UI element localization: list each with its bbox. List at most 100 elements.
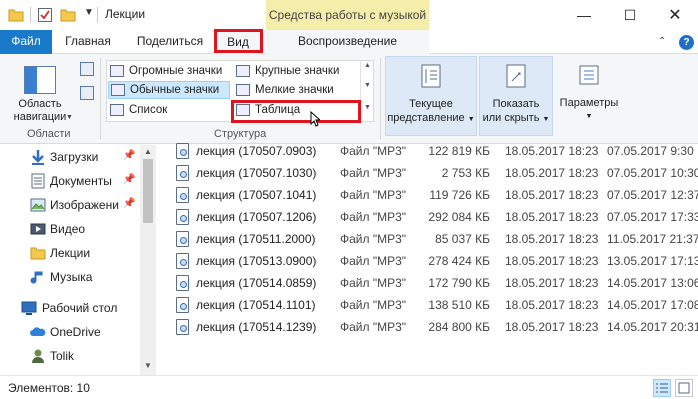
large-icons-view-icon xyxy=(678,382,690,394)
nav-item-label: Лекции xyxy=(50,246,91,260)
current-view-icon xyxy=(421,64,441,88)
quick-access-dropdown-icon[interactable]: ▼ xyxy=(84,7,94,18)
desktop-icon xyxy=(21,301,37,315)
file-size: 284 800 КБ xyxy=(428,320,490,334)
tab-playback[interactable]: Воспроизведение xyxy=(266,30,429,54)
pin-icon: 📌 xyxy=(123,174,136,185)
file-name: лекция (170507.1041) xyxy=(196,188,317,202)
preview-pane-icon[interactable] xyxy=(80,62,94,76)
minimize-button[interactable]: — xyxy=(561,0,607,30)
chevron-down-icon: ▼ xyxy=(542,116,550,123)
mp3-file-icon xyxy=(176,319,189,335)
nav-item-onedrive[interactable]: OneDrive xyxy=(0,320,140,344)
file-type: Файл "MP3" xyxy=(340,166,407,180)
file-created: 07.05.2017 10:30 xyxy=(607,166,698,180)
layout-extra-large-icons[interactable]: Огромные значки xyxy=(110,62,222,80)
close-button[interactable]: ✕ xyxy=(652,0,698,30)
file-size: 172 790 КБ xyxy=(428,276,490,290)
nav-item-downloads[interactable]: Загрузки 📌 xyxy=(0,145,140,169)
expand-gallery-icon[interactable]: ▼ xyxy=(364,104,371,111)
item-count: Элементов: 10 xyxy=(8,381,90,395)
file-list: лекция (170507.0903) Файл "MP3" 122 819 … xyxy=(160,143,698,375)
maximize-button[interactable]: ☐ xyxy=(607,0,653,30)
new-folder-icon[interactable] xyxy=(60,7,76,23)
nav-item-label: OneDrive xyxy=(50,325,101,339)
file-date: 18.05.2017 18:23 xyxy=(505,210,599,224)
file-type: Файл "MP3" xyxy=(340,232,407,246)
file-type: Файл "MP3" xyxy=(340,276,407,290)
file-row[interactable]: лекция (170511.2000) Файл "MP3" 85 037 К… xyxy=(160,228,698,250)
nav-item-videos[interactable]: Видео xyxy=(0,217,140,241)
details-pane-icon[interactable] xyxy=(80,86,94,100)
layout-option-label: Список xyxy=(129,104,168,116)
show-hide-label-line1: Показать xyxy=(492,98,540,110)
nav-item-documents[interactable]: Документы 📌 xyxy=(0,169,140,193)
options-button[interactable]: Параметры ▼ xyxy=(556,56,622,136)
nav-item-music[interactable]: Музыка xyxy=(0,265,140,289)
options-label-line1: Параметры xyxy=(559,97,619,109)
nav-item-desktop[interactable]: Рабочий стол xyxy=(0,296,140,320)
list-icon xyxy=(110,104,124,116)
navigation-pane-icon xyxy=(24,66,56,94)
user-icon xyxy=(32,349,44,363)
large-icons-view-button[interactable] xyxy=(675,379,693,397)
nav-item-pictures[interactable]: Изображени 📌 xyxy=(0,193,140,217)
scrollbar-thumb[interactable] xyxy=(143,159,153,223)
file-row[interactable]: лекция (170507.1206) Файл "MP3" 292 084 … xyxy=(160,206,698,228)
tab-file[interactable]: Файл xyxy=(0,30,52,54)
layout-large-icons[interactable]: Крупные значки xyxy=(236,62,339,80)
nav-item-user[interactable]: Tolik xyxy=(0,344,140,368)
collapse-ribbon-icon[interactable]: ⌃ xyxy=(658,36,672,48)
onedrive-cloud-icon xyxy=(30,327,46,336)
layout-list[interactable]: Список xyxy=(110,101,167,119)
layout-medium-icons[interactable]: Обычные значки xyxy=(108,81,230,99)
file-row[interactable]: лекция (170514.0859) Файл "MP3" 172 790 … xyxy=(160,272,698,294)
scroll-down-icon[interactable]: ▼ xyxy=(144,361,152,370)
file-size: 85 037 КБ xyxy=(435,232,490,246)
layout-gallery-scroll[interactable]: ▲ ▼ ▼ xyxy=(360,60,374,122)
ribbon-panel: Область навигации ▼ Области Огромные зна… xyxy=(0,54,698,144)
properties-check-icon[interactable] xyxy=(37,7,53,23)
nav-item-lectures[interactable]: Лекции xyxy=(0,241,140,265)
navigation-pane-scrollbar[interactable]: ▲ ▼ xyxy=(140,145,156,375)
nav-item-label: Изображени xyxy=(50,198,119,212)
file-row[interactable]: лекция (170513.0900) Файл "MP3" 278 424 … xyxy=(160,250,698,272)
tab-home[interactable]: Главная xyxy=(57,30,119,54)
scroll-up-icon[interactable]: ▲ xyxy=(144,147,152,156)
scroll-down-icon[interactable]: ▼ xyxy=(364,82,371,89)
scroll-up-icon[interactable]: ▲ xyxy=(364,62,371,69)
show-hide-button[interactable]: Показать или скрыть ▼ xyxy=(479,56,553,136)
window-title: Лекции xyxy=(105,7,146,21)
file-date: 18.05.2017 18:23 xyxy=(505,166,599,180)
video-icon xyxy=(30,223,46,235)
current-view-label-text: представление xyxy=(387,112,465,124)
navigation-pane-button[interactable]: Область навигации ▼ xyxy=(4,58,73,130)
file-name: лекция (170507.1030) xyxy=(196,166,317,180)
contextual-tab-group-text: Средства работы с музыкой xyxy=(268,8,427,22)
file-date: 18.05.2017 18:23 xyxy=(505,254,599,268)
file-size: 122 819 КБ xyxy=(428,144,490,158)
tab-share[interactable]: Поделиться xyxy=(128,30,212,54)
medium-icons-icon xyxy=(111,84,125,96)
file-row[interactable]: лекция (170507.1041) Файл "MP3" 119 726 … xyxy=(160,184,698,206)
nav-item-label: Загрузки xyxy=(50,150,99,164)
file-name: лекция (170507.1206) xyxy=(196,210,317,224)
file-name: лекция (170507.0903) xyxy=(196,144,317,158)
file-row[interactable]: лекция (170507.1030) Файл "MP3" 2 753 КБ… xyxy=(160,162,698,184)
file-type: Файл "MP3" xyxy=(340,254,407,268)
file-type: Файл "MP3" xyxy=(340,298,407,312)
current-view-label: Текущее представление ▼ xyxy=(386,97,476,127)
group-separator xyxy=(380,58,381,140)
details-view-button[interactable] xyxy=(653,379,671,397)
current-view-button[interactable]: Текущее представление ▼ xyxy=(385,56,477,136)
status-bar: Элементов: 10 xyxy=(0,375,698,399)
file-row[interactable]: лекция (170514.1239) Файл "MP3" 284 800 … xyxy=(160,316,698,338)
file-date: 18.05.2017 18:23 xyxy=(505,144,599,158)
group-label-layout: Структура xyxy=(214,128,267,140)
help-icon[interactable]: ? xyxy=(679,35,694,50)
chevron-down-icon: ▼ xyxy=(585,113,593,120)
file-row[interactable]: лекция (170514.1101) Файл "MP3" 138 510 … xyxy=(160,294,698,316)
file-row[interactable]: лекция (170507.0903) Файл "MP3" 122 819 … xyxy=(160,140,698,162)
mp3-file-icon xyxy=(176,187,189,203)
layout-small-icons[interactable]: Мелкие значки xyxy=(236,81,334,99)
